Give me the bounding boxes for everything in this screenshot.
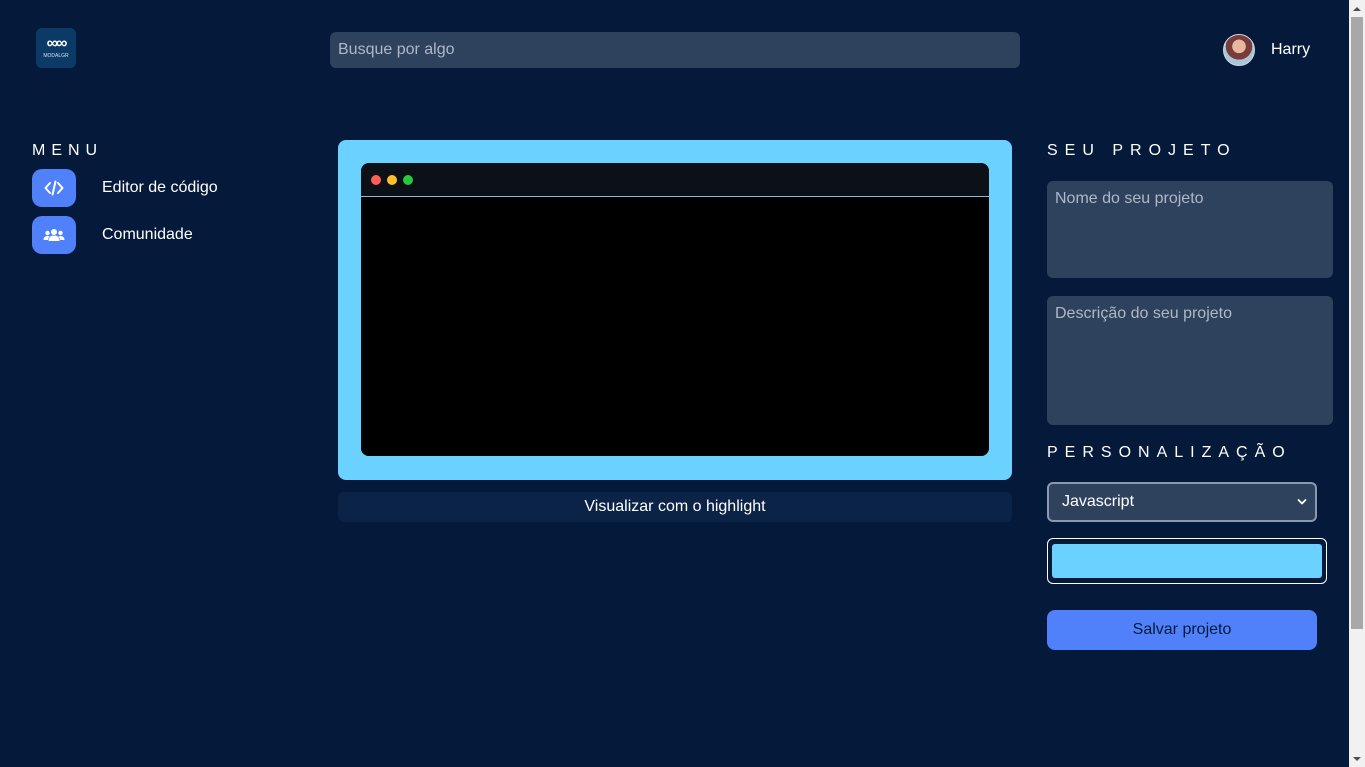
menu-item-label: Editor de código [102,179,218,196]
page-scrollbar[interactable] [1349,0,1365,767]
user-name: Harry [1271,41,1311,58]
language-select-value: Javascript [1062,493,1135,510]
close-dot-icon [371,174,381,185]
code-editor-input[interactable] [361,197,989,456]
project-description-field[interactable] [1047,296,1333,425]
avatar[interactable] [1223,34,1255,66]
save-project-button[interactable]: Salvar projeto [1047,610,1317,650]
scrollbar-thumb[interactable] [1351,17,1363,629]
customization-section-title: PERSONALIZAÇÃO [1047,444,1292,461]
logo[interactable]: ∞∞ MODALGR [36,28,76,68]
color-swatch [1052,544,1322,578]
menu-item-community[interactable]: Comunidade [32,216,193,254]
logo-text: MODALGR [43,53,69,59]
search-input[interactable] [330,32,1020,68]
maximize-dot-icon [403,174,413,185]
minimize-dot-icon [387,174,397,185]
highlight-preview-button[interactable]: Visualizar com o highlight [338,492,1012,522]
editor-frame [338,140,1012,480]
project-section-title: SEU PROJETO [1047,142,1237,159]
language-select[interactable]: Javascript [1047,482,1317,522]
menu-item-label: Comunidade [102,226,193,243]
page: ∞∞ MODALGR Harry MENU Editor de código [0,0,1365,767]
users-icon [32,216,76,254]
code-icon [32,169,76,207]
scroll-up-arrow-icon[interactable] [1349,0,1365,17]
code-window [361,163,989,456]
menu-item-code-editor[interactable]: Editor de código [32,169,218,207]
project-name-field[interactable] [1047,181,1333,278]
color-picker[interactable] [1047,538,1327,584]
user-profile[interactable]: Harry [1223,34,1310,66]
logo-mark-icon: ∞∞ [46,35,68,52]
chevron-down-icon [1297,493,1307,511]
code-window-titlebar [361,163,989,197]
scroll-down-arrow-icon[interactable] [1349,750,1365,767]
menu-title: MENU [32,142,104,159]
